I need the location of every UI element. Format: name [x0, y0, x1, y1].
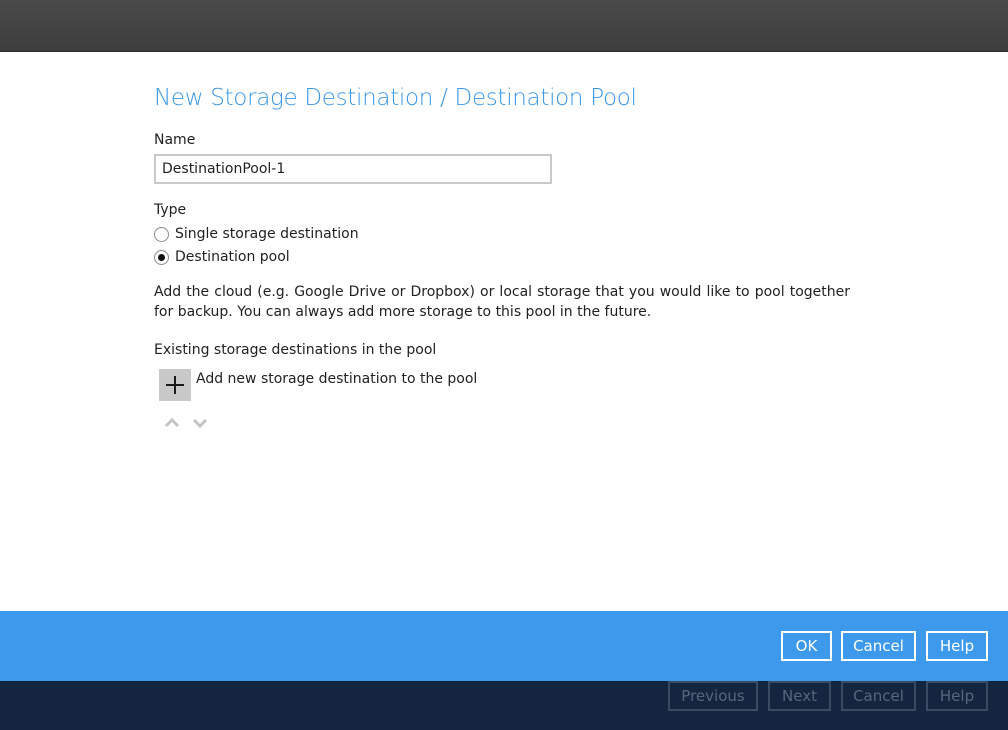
type-label: Type: [154, 202, 187, 218]
top-bar: [0, 0, 1008, 52]
radio-button-unchecked[interactable]: [154, 226, 169, 242]
dialog-title: New Storage Destination / Destination Po…: [154, 85, 637, 111]
move-up-icon[interactable]: [164, 417, 180, 429]
cancel-button[interactable]: Cancel: [841, 631, 916, 661]
plus-icon: [166, 376, 184, 394]
radio-destination-pool[interactable]: Destination pool: [154, 247, 290, 267]
add-plus-button[interactable]: [159, 369, 191, 401]
wizard-help-button: Help: [926, 681, 988, 711]
radio-button-checked[interactable]: [154, 249, 169, 265]
name-label: Name: [154, 132, 196, 148]
previous-button: Previous: [668, 681, 758, 711]
add-storage-destination-label: Add new storage destination to the pool: [196, 371, 478, 387]
help-button[interactable]: Help: [926, 631, 988, 661]
ok-button[interactable]: OK: [781, 631, 832, 661]
wizard-footer: Previous Next Cancel Help: [0, 681, 1008, 730]
dialog-footer: OK Cancel Help: [0, 611, 1008, 681]
move-down-icon[interactable]: [192, 417, 208, 429]
radio-single-storage-destination[interactable]: Single storage destination: [154, 224, 359, 244]
pool-description: Add the cloud (e.g. Google Drive or Drop…: [154, 284, 850, 320]
next-button: Next: [768, 681, 831, 711]
name-input[interactable]: [154, 154, 552, 184]
existing-destinations-label: Existing storage destinations in the poo…: [154, 342, 437, 358]
add-storage-destination[interactable]: Add new storage destination to the pool: [159, 369, 477, 401]
radio-label-single: Single storage destination: [175, 226, 359, 242]
wizard-cancel-button: Cancel: [841, 681, 916, 711]
radio-label-pool: Destination pool: [175, 249, 290, 265]
